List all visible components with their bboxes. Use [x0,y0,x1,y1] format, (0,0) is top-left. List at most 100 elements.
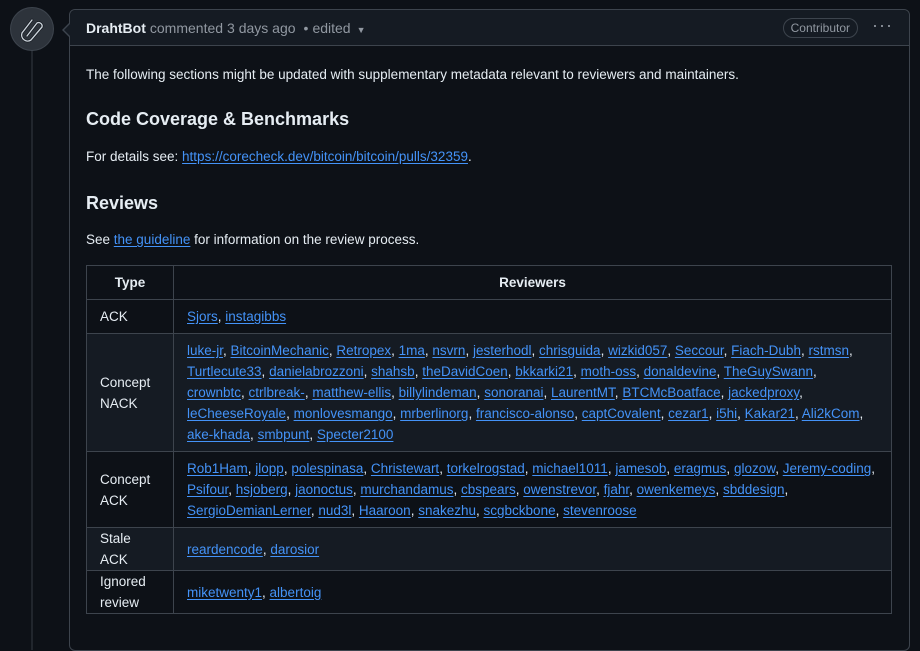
reviewer-link[interactable]: Ali2kCom [802,406,860,421]
table-row: Concept ACK Rob1Ham, jlopp, polespinasa, … [86,451,892,528]
reviewer-link[interactable]: BTCMcBoatface [622,385,720,400]
reviewer-link[interactable]: donaldevine [644,364,717,379]
reviewer-link[interactable]: francisco-alonso [476,406,574,421]
reviewer-link[interactable]: theDavidCoen [422,364,508,379]
guideline-link[interactable]: the guideline [114,232,191,247]
comment-header: DrahtBot commented 3 days ago • edited ▼ … [70,10,909,46]
table-row: Stale ACK reardencode, darosior [86,527,892,571]
reviewer-link[interactable]: hsjoberg [236,482,288,497]
reviewer-link[interactable]: TheGuySwann [724,364,813,379]
reviewer-link[interactable]: SergioDemianLerner [187,503,311,518]
reviewer-link[interactable]: murchandamus [360,482,453,497]
reviewer-link[interactable]: smbpunt [258,427,310,442]
reviewer-link[interactable]: Specter2100 [317,427,394,442]
guideline-paragraph: See the guideline for information on the… [86,232,419,247]
reviewer-link[interactable]: eragmus [674,461,727,476]
reviewer-link[interactable]: torkelrogstad [447,461,525,476]
reviewer-link[interactable]: cbspears [461,482,516,497]
reviewer-link[interactable]: i5hi [716,406,737,421]
reviewer-link[interactable]: Rob1Ham [187,461,248,476]
author-link[interactable]: DrahtBot [86,20,146,36]
see-suffix: for information on the review process. [190,232,420,247]
reviewer-link[interactable]: chrisguida [539,343,601,358]
reviewer-link[interactable]: BitcoinMechanic [231,343,329,358]
comment-time[interactable]: 3 days ago [227,20,296,36]
reviewer-link[interactable]: 1ma [399,343,425,358]
reviewer-link[interactable]: Haaroon [359,503,411,518]
reviewer-link[interactable]: Seccour [675,343,724,358]
reviewer-link[interactable]: Turtlecute33 [187,364,262,379]
reviewer-link[interactable]: stevenroose [563,503,637,518]
reviewer-link[interactable]: snakezhu [418,503,476,518]
reviewer-link[interactable]: billylindeman [399,385,477,400]
reviewer-link[interactable]: ake-khada [187,427,250,442]
reviewer-link[interactable]: fjahr [604,482,630,497]
review-type: Concept NACK [86,333,174,452]
reviewer-link[interactable]: mrberlinorg [400,406,468,421]
separator: • [303,19,309,36]
reviewer-link[interactable]: nsvrn [432,343,465,358]
kebab-menu-icon[interactable]: ··· [872,16,893,34]
reviewer-link[interactable]: cezar1 [668,406,709,421]
reviewer-link[interactable]: ctrlbreak- [249,385,305,400]
reviewer-link[interactable]: shahsb [371,364,415,379]
reviewer-link[interactable]: instagibbs [225,309,286,324]
reviewer-link[interactable]: Christewart [371,461,439,476]
reviewer-link[interactable]: miketwenty1 [187,585,262,600]
edited-dropdown[interactable]: edited ▼ [312,20,365,36]
timeline-line [31,50,33,650]
reviewer-link[interactable]: jaonoctus [295,482,353,497]
reviewer-link[interactable]: scgbckbone [484,503,556,518]
reviewer-link[interactable]: luke-jr [187,343,223,358]
reviewer-link[interactable]: bkkarki21 [515,364,573,379]
reviewer-link[interactable]: matthew-ellis [312,385,391,400]
reviewers-cell: Sjors, instagibbs [173,299,892,334]
review-type: ACK [86,299,174,334]
corecheck-link[interactable]: https://corecheck.dev/bitcoin/bitcoin/pu… [182,149,468,164]
reviewer-link[interactable]: Jeremy-coding [783,461,872,476]
reviewer-link[interactable]: Sjors [187,309,218,324]
reviewer-link[interactable]: nud3l [318,503,351,518]
reviewer-link[interactable]: wizkid057 [608,343,667,358]
see-prefix: See [86,232,114,247]
paperclip-icon [20,18,44,43]
reviewer-link[interactable]: jamesob [615,461,666,476]
reviewer-link[interactable]: glozow [734,461,775,476]
comment-action: commented [149,19,224,36]
reviewer-link[interactable]: jackedproxy [728,385,799,400]
reviewer-link[interactable]: Retropex [336,343,391,358]
reviewer-link[interactable]: Kakar21 [745,406,795,421]
reviewer-link[interactable]: LaurentMT [551,385,615,400]
reviewer-link[interactable]: reardencode [187,542,263,557]
reviewer-link[interactable]: sbddesign [723,482,785,497]
details-paragraph: For details see: https://corecheck.dev/b… [86,149,472,164]
reviewer-link[interactable]: leCheeseRoyale [187,406,286,421]
reviewer-link[interactable]: Fiach-Dubh [731,343,801,358]
reviewer-link[interactable]: crownbtc [187,385,241,400]
reviewer-link[interactable]: moth-oss [581,364,637,379]
reviewers-cell: luke-jr, BitcoinMechanic, Retropex, 1ma,… [173,333,892,452]
reviewers-cell: reardencode, darosior [173,527,892,571]
reviewer-link[interactable]: danielabrozzoni [269,364,364,379]
reviewer-link[interactable]: albertoig [270,585,322,600]
reviewer-link[interactable]: owenkemeys [637,482,716,497]
reviewer-link[interactable]: owenstrevor [523,482,596,497]
reviews-table: Type Reviewers ACK Sjors, instagibbs Conce… [86,265,892,614]
reviewer-link[interactable]: jesterhodl [473,343,532,358]
reviewer-link[interactable]: rstmsn [808,343,849,358]
coverage-heading: Code Coverage & Benchmarks [86,109,350,129]
edited-label: edited [312,19,351,36]
reviewer-link[interactable]: polespinasa [291,461,363,476]
reviewer-link[interactable]: sonoranai [484,385,543,400]
table-header-row: Type Reviewers [86,265,892,300]
avatar[interactable] [11,8,53,50]
reviewer-link[interactable]: darosior [270,542,319,557]
reviewer-link[interactable]: jlopp [255,461,284,476]
review-type: Concept ACK [86,451,174,528]
reviewer-link[interactable]: captCovalent [582,406,661,421]
reviewer-link[interactable]: michael1011 [532,461,608,476]
reviewer-link[interactable]: monlovesmango [294,406,393,421]
reviews-heading: Reviews [86,193,159,213]
reviewer-link[interactable]: Psifour [187,482,228,497]
review-type: Ignored review [86,570,174,614]
